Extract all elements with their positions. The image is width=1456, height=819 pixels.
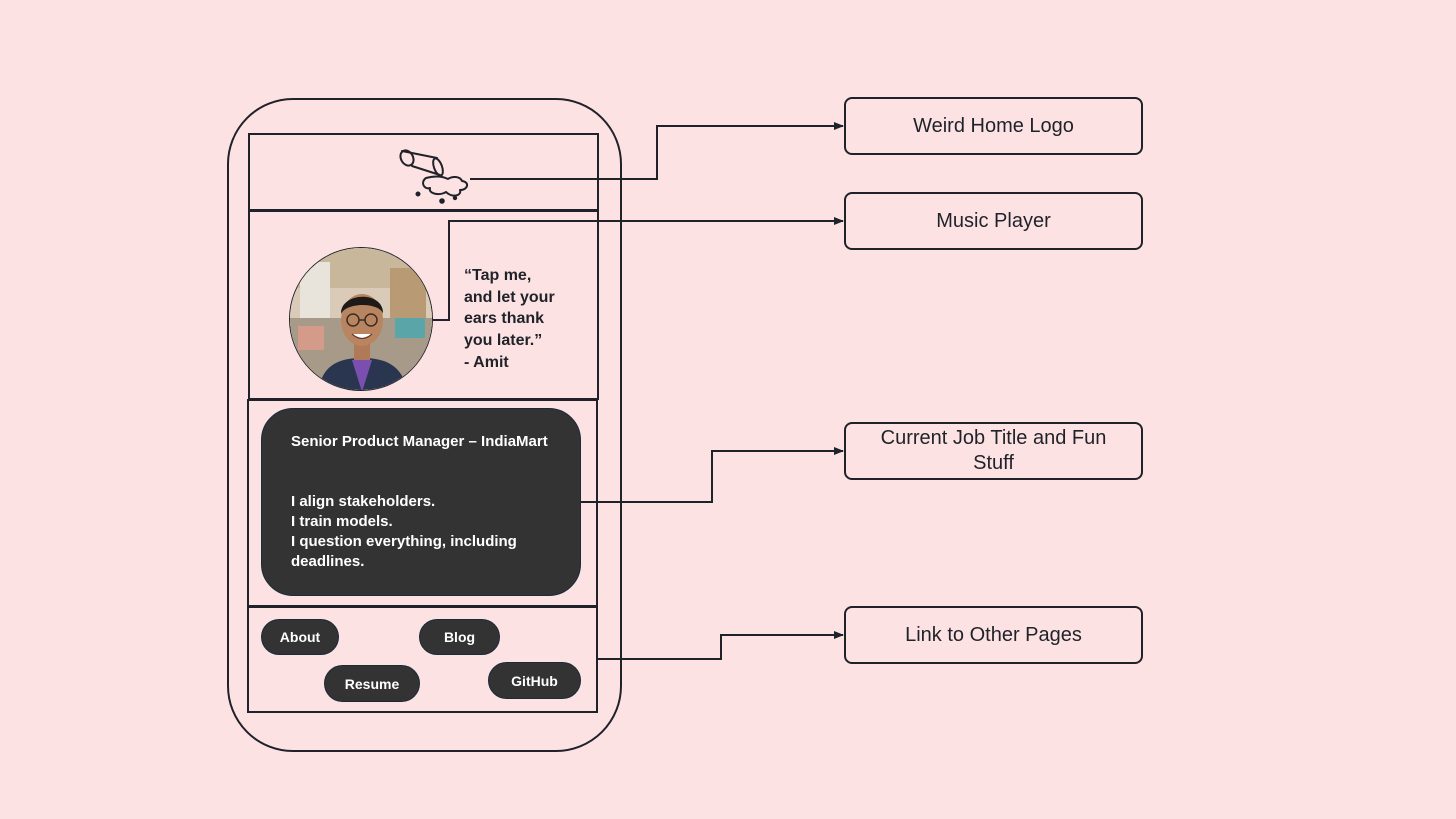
callout-links: Link to Other Pages [844,606,1143,664]
music-player-quote: “Tap me, and let your ears thank you lat… [464,267,555,371]
header-section [248,133,599,211]
resume-button[interactable]: Resume [324,665,420,702]
profile-avatar[interactable] [289,247,433,391]
fun-line: I question everything, including deadlin… [291,533,517,570]
callout-label: Current Job Title and Fun Stuff [880,427,1107,474]
callout-home-logo: Weird Home Logo [844,97,1143,155]
connector-arrow-links [598,631,844,660]
home-logo-layer [399,149,468,204]
job-card: Senior Product Manager – IndiaMart I ali… [261,408,581,596]
callout-label: Weird Home Logo [913,114,1074,137]
callout-label: Link to Other Pages [905,623,1082,646]
fun-line: I train models. [291,513,393,530]
connectors-layer [433,122,844,660]
callout-job-title: Current Job Title and Fun Stuff [844,422,1143,480]
profile-photo [290,248,432,390]
about-button[interactable]: About [261,619,339,655]
callout-music-player: Music Player [844,192,1143,250]
callout-label: Music Player [936,209,1051,232]
fun-stuff-lines: I align stakeholders. I train models. I … [291,492,561,572]
blog-button[interactable]: Blog [419,619,500,655]
fun-line: I align stakeholders. [291,493,436,510]
job-title: Senior Product Manager – IndiaMart [291,433,548,450]
github-button[interactable]: GitHub [488,662,581,699]
